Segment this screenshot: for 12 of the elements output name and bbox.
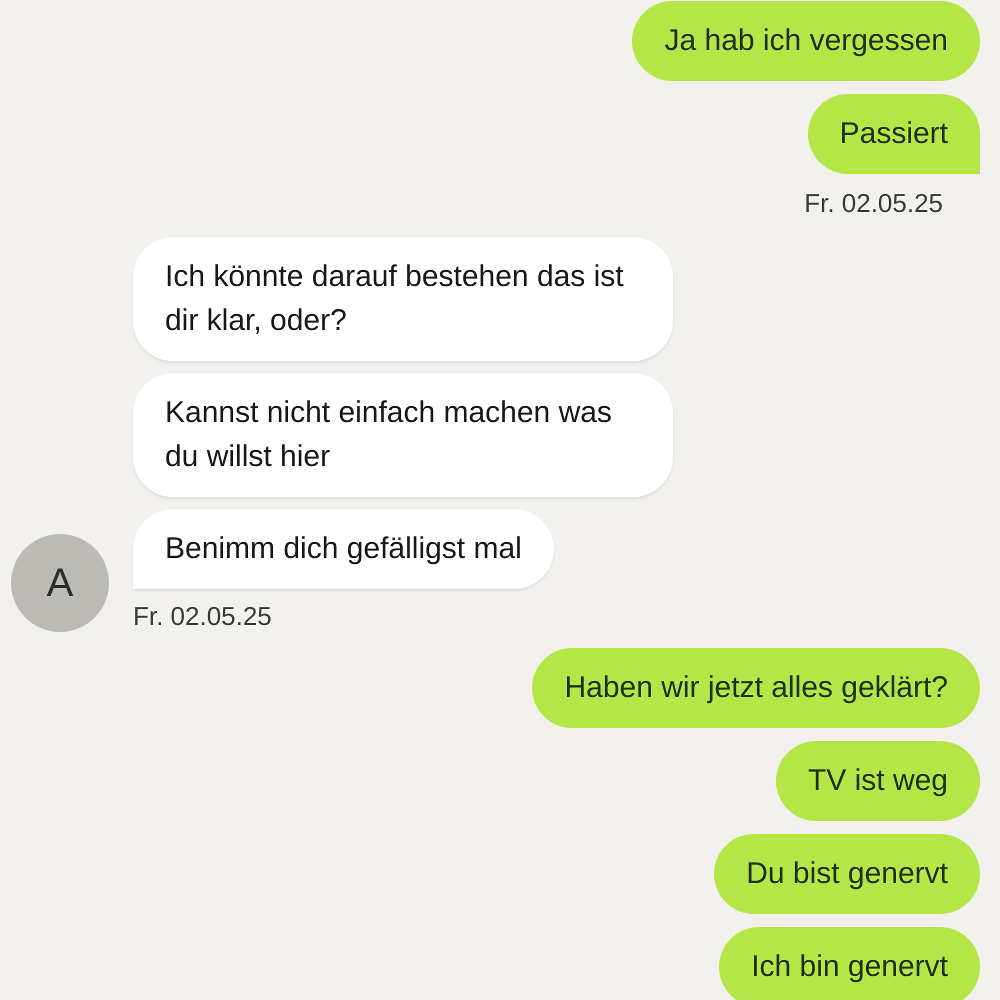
- message-bubble: Benimm dich gefälligst mal: [133, 509, 554, 589]
- message-bubble: TV ist weg: [776, 741, 980, 821]
- message-bubble: Du bist genervt: [714, 834, 980, 914]
- message-bubble: Ich könnte darauf bestehen das ist dir klar, oder?: [133, 237, 673, 361]
- message-bubble: Kannst nicht einfach machen was du willst hier: [133, 373, 673, 497]
- message-bubble: Ich bin genervt: [719, 927, 980, 1000]
- avatar: A: [11, 534, 109, 632]
- message-bubble: Haben wir jetzt alles geklärt?: [532, 648, 980, 728]
- message-bubble: Ja hab ich vergessen: [632, 1, 980, 81]
- message-bubble: Passiert: [808, 94, 980, 174]
- timestamp: Fr. 02.05.25: [133, 601, 272, 632]
- timestamp: Fr. 02.05.25: [804, 188, 943, 219]
